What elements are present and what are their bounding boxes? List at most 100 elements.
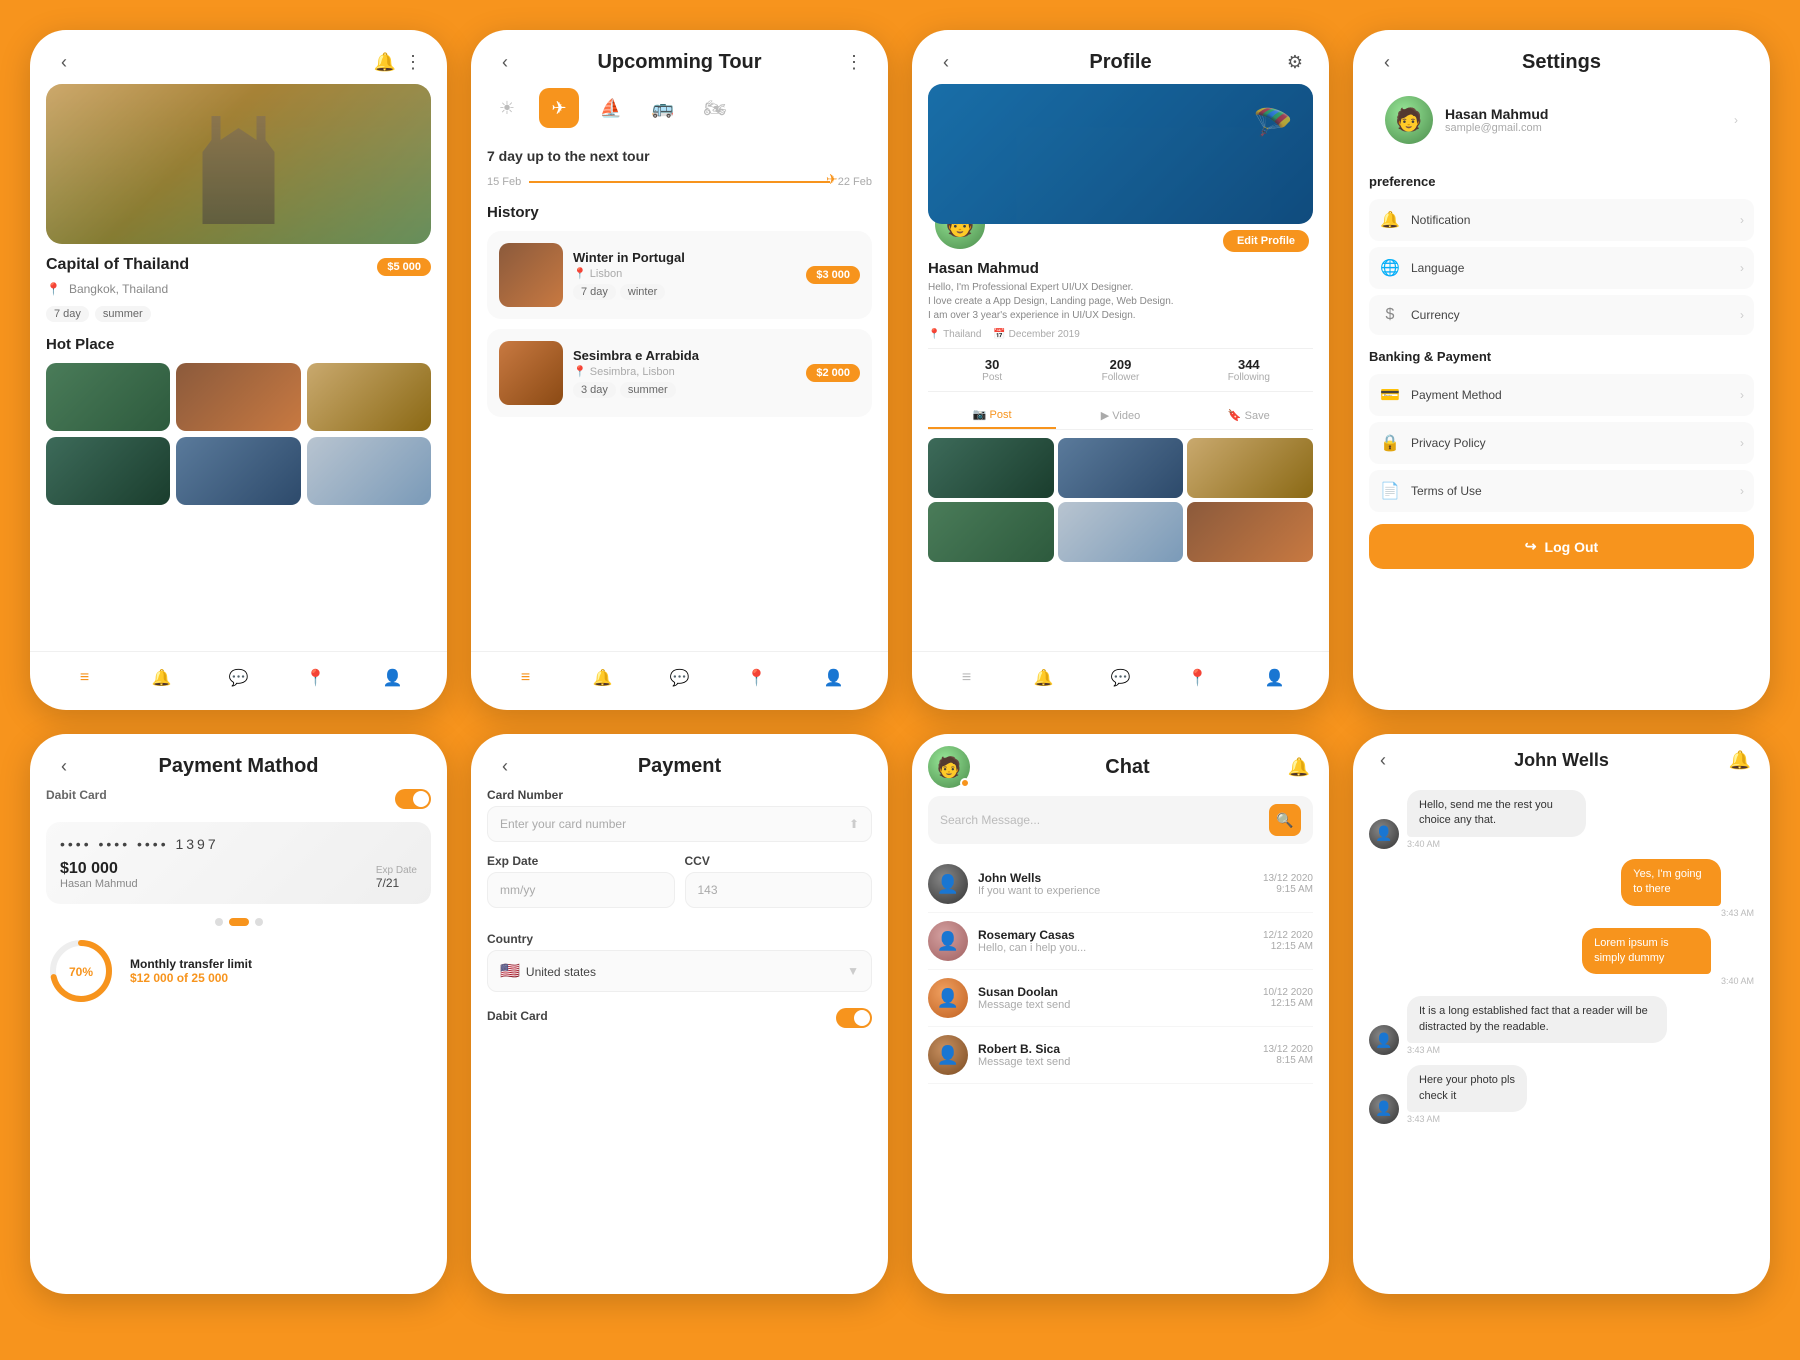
footer-profile-icon[interactable]: 👤: [379, 664, 407, 692]
hot-cell-4[interactable]: [46, 437, 170, 505]
msg-bubble-2: Yes, I'm going to there: [1621, 859, 1721, 906]
back-button[interactable]: ‹: [932, 48, 960, 76]
card-toggle[interactable]: [395, 789, 431, 809]
settings-currency[interactable]: $ Currency ›: [1369, 295, 1754, 335]
tab-bus[interactable]: 🚌: [643, 88, 683, 128]
hot-cell-1[interactable]: [46, 363, 170, 431]
photo-4[interactable]: [928, 502, 1054, 562]
chat-msg-3: Message text send: [978, 999, 1253, 1011]
stat-followers: 209 Follower: [1056, 357, 1184, 383]
footer-profile-icon[interactable]: 👤: [820, 664, 848, 692]
more-icon[interactable]: ⋮: [840, 48, 868, 76]
settings-notification[interactable]: 🔔 Notification ›: [1369, 199, 1754, 241]
banner-overlay: [928, 84, 1313, 224]
back-button[interactable]: ‹: [491, 752, 519, 780]
footer-notif-icon[interactable]: 🔔: [1030, 664, 1058, 692]
settings-payment-method[interactable]: 💳 Payment Method ›: [1369, 374, 1754, 416]
settings-terms[interactable]: 📄 Terms of Use ›: [1369, 470, 1754, 512]
tab-post[interactable]: 📷 Post: [928, 402, 1056, 429]
footer-chat-icon[interactable]: 💬: [666, 664, 694, 692]
footer-profile-icon[interactable]: 👤: [1261, 664, 1289, 692]
logout-button[interactable]: ↪ Log Out: [1369, 524, 1754, 569]
tag-season: summer: [95, 306, 151, 322]
tab-sun[interactable]: ☀: [487, 88, 527, 128]
settings-privacy[interactable]: 🔒 Privacy Policy ›: [1369, 422, 1754, 464]
hero-image: [46, 84, 431, 244]
dot-2[interactable]: [229, 918, 249, 926]
notif-label: Notification: [1411, 213, 1730, 227]
country-select[interactable]: 🇺🇸United states ▼: [487, 950, 872, 992]
flag-icon: 🇺🇸: [500, 963, 520, 980]
chat-item-1[interactable]: 👤 John Wells If you want to experience 1…: [928, 856, 1313, 913]
hot-cell-5[interactable]: [176, 437, 300, 505]
chat-item-4[interactable]: 👤 Robert B. Sica Message text send 13/12…: [928, 1027, 1313, 1084]
settings-language[interactable]: 🌐 Language ›: [1369, 247, 1754, 289]
tab-boat[interactable]: ⛵: [591, 88, 631, 128]
chat-item-2[interactable]: 👤 Rosemary Casas Hello, can i help you..…: [928, 913, 1313, 970]
debit-toggle[interactable]: [836, 1008, 872, 1028]
footer-location-icon[interactable]: 📍: [743, 664, 771, 692]
footer-filter-icon[interactable]: ≡: [71, 664, 99, 692]
footer-filter-icon[interactable]: ≡: [512, 664, 540, 692]
exp-input[interactable]: mm/yy: [487, 872, 675, 908]
photo-6[interactable]: [1187, 502, 1313, 562]
tab-video[interactable]: ▶ Video: [1056, 402, 1184, 429]
msg-avatar-4: 👤: [1369, 1025, 1399, 1055]
avatar-robert: 👤: [928, 1035, 968, 1075]
photo-3[interactable]: [1187, 438, 1313, 498]
footer-chat-icon[interactable]: 💬: [1107, 664, 1135, 692]
back-button[interactable]: ‹: [50, 48, 78, 76]
photo-5[interactable]: [1058, 502, 1184, 562]
search-button[interactable]: 🔍: [1269, 804, 1301, 836]
transport-tabs: ☀ ✈ ⛵ 🚌 🏍: [487, 84, 872, 132]
dot-3[interactable]: [255, 918, 263, 926]
phone1-body: Capital of Thailand $5 000 📍 Bangkok, Th…: [30, 84, 447, 651]
exp-placeholder: mm/yy: [500, 883, 535, 897]
history-item-2[interactable]: Sesimbra e Arrabida 📍 Sesimbra, Lisbon 3…: [487, 329, 872, 417]
footer-notif-icon[interactable]: 🔔: [589, 664, 617, 692]
more-icon[interactable]: ⋮: [399, 48, 427, 76]
notification-icon[interactable]: 🔔: [1285, 753, 1313, 781]
tab-plane[interactable]: ✈: [539, 88, 579, 128]
footer-notif-icon[interactable]: 🔔: [148, 664, 176, 692]
exp-group: Exp Date mm/yy: [487, 854, 675, 920]
ccv-input[interactable]: 143: [685, 872, 873, 908]
chat-date-3: 10/12 2020: [1263, 987, 1313, 998]
gear-icon[interactable]: ⚙: [1281, 48, 1309, 76]
card-number-input[interactable]: Enter your card number ⬆: [487, 806, 872, 842]
photo-1[interactable]: [928, 438, 1054, 498]
footer-filter-icon[interactable]: ≡: [953, 664, 981, 692]
back-button[interactable]: ‹: [1373, 48, 1401, 76]
chat-item-3[interactable]: 👤 Susan Doolan Message text send 10/12 2…: [928, 970, 1313, 1027]
phone3-footer: ≡ 🔔 💬 📍 👤: [912, 651, 1329, 710]
footer-location-icon[interactable]: 📍: [302, 664, 330, 692]
chat-meta-3: 10/12 2020 12:15 AM: [1263, 987, 1313, 1009]
photo-2[interactable]: [1058, 438, 1184, 498]
hot-cell-2[interactable]: [176, 363, 300, 431]
phone6-body: Card Number Enter your card number ⬆ Exp…: [471, 788, 888, 1294]
history-tags-1: 7 day winter: [573, 284, 796, 300]
footer-location-icon[interactable]: 📍: [1184, 664, 1212, 692]
footer-chat-icon[interactable]: 💬: [225, 664, 253, 692]
chat-date-1: 13/12 2020: [1263, 873, 1313, 884]
notification-icon[interactable]: 🔔: [371, 48, 399, 76]
date-from: 15 Feb: [487, 176, 521, 188]
back-button[interactable]: ‹: [50, 752, 78, 780]
back-button[interactable]: ‹: [1369, 746, 1397, 774]
hot-cell-6[interactable]: [307, 437, 431, 505]
msg-bubble-5: Here your photo pls check it: [1407, 1065, 1527, 1112]
back-button[interactable]: ‹: [491, 48, 519, 76]
history-item-1[interactable]: Winter in Portugal 📍 Lisbon 7 day winter…: [487, 231, 872, 319]
card-dots-nav: [46, 918, 431, 926]
msg-avatar-5: 👤: [1369, 1094, 1399, 1124]
hot-cell-3[interactable]: [307, 363, 431, 431]
edit-profile-button[interactable]: Edit Profile: [1223, 230, 1309, 252]
tab-save[interactable]: 🔖 Save: [1185, 402, 1313, 429]
tab-bike[interactable]: 🏍: [695, 88, 735, 128]
msg-3: Lorem ipsum is simply dummy 3:40 AM: [1369, 928, 1754, 987]
notification-icon[interactable]: 🔔: [1726, 746, 1754, 774]
settings-user[interactable]: 🧑 Hasan Mahmud sample@gmail.com ›: [1369, 84, 1754, 156]
debit-toggle-row: Dabit Card: [487, 1008, 872, 1028]
chat-info-3: Susan Doolan Message text send: [978, 985, 1253, 1011]
dot-1[interactable]: [215, 918, 223, 926]
